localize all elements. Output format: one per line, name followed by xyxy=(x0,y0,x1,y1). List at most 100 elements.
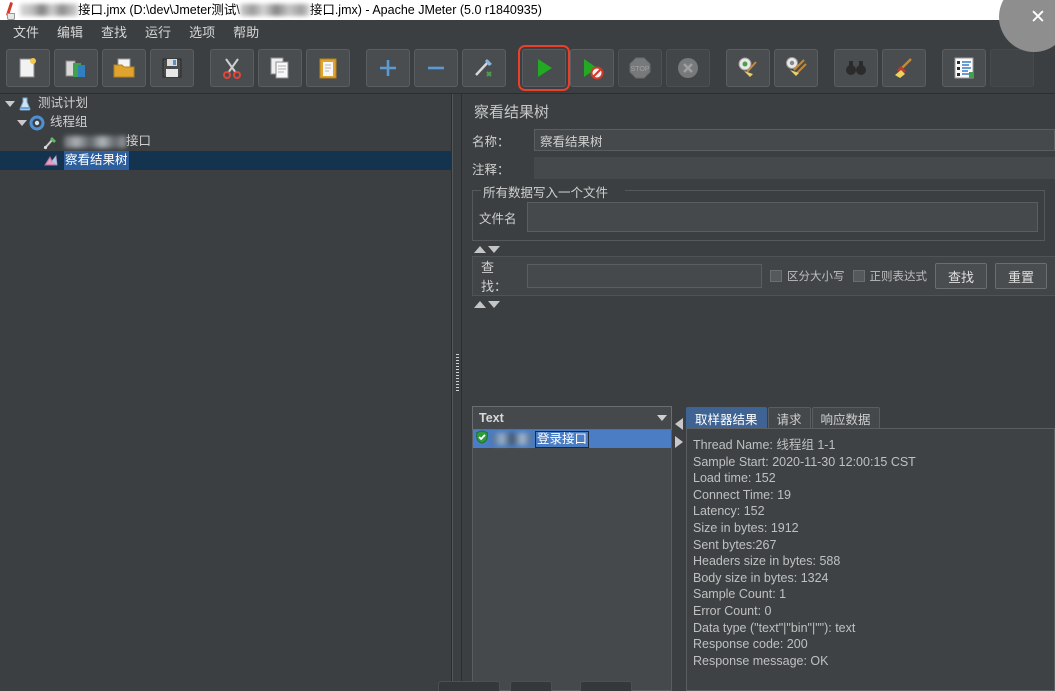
search-button[interactable] xyxy=(834,48,878,87)
tree-node-thread-group[interactable]: 线程组 xyxy=(0,113,451,132)
jmeter-icon xyxy=(2,1,20,20)
menu-options[interactable]: 选项 xyxy=(180,20,224,43)
tab-response-data[interactable]: 响应数据 xyxy=(811,407,880,428)
result-line: Sample Start: 2020-11-30 12:00:15 CST xyxy=(693,454,916,469)
binoculars-icon xyxy=(846,60,866,75)
templates-button[interactable] xyxy=(54,48,98,87)
result-line: Body size in bytes: 1324 xyxy=(693,570,829,585)
function-helper-button[interactable] xyxy=(942,48,986,87)
test-plan-tree[interactable]: 测试计划 线程组 接口 察看结果树 xyxy=(0,94,452,691)
chevron-down-icon[interactable] xyxy=(657,415,667,421)
test-plan-icon xyxy=(17,96,35,112)
menu-edit[interactable]: 编辑 xyxy=(48,20,92,43)
menu-file[interactable]: 文件 xyxy=(4,20,48,43)
chevron-right-icon[interactable] xyxy=(675,436,683,448)
blurred-title-prefix xyxy=(20,4,78,16)
expand-all-button[interactable] xyxy=(366,48,410,87)
regex-checkbox-wrap[interactable]: 正则表达式 xyxy=(852,268,927,284)
expand-toggle-icon[interactable] xyxy=(4,98,15,109)
comment-input[interactable] xyxy=(534,157,1055,179)
shutdown-x-icon xyxy=(678,57,698,78)
list-item[interactable]: 登录接口 xyxy=(473,430,671,448)
tree-node-thread-group-label: 线程组 xyxy=(50,115,88,129)
chevron-up-icon[interactable] xyxy=(474,245,486,253)
save-disk-icon xyxy=(162,58,182,77)
search-input[interactable] xyxy=(527,264,762,288)
cut-button[interactable] xyxy=(210,48,254,87)
result-line: Error Count: 0 xyxy=(693,603,772,618)
regex-checkbox[interactable] xyxy=(852,270,865,282)
filename-input[interactable] xyxy=(528,203,1037,231)
case-sensitive-checkbox[interactable] xyxy=(770,270,782,282)
tree-node-test-plan[interactable]: 测试计划 xyxy=(0,94,451,113)
result-line: Response message: OK xyxy=(693,653,829,668)
render-selector[interactable]: Text xyxy=(472,406,672,430)
blurred-sampler-prefix xyxy=(64,135,126,148)
collapse-toggle-bottom[interactable] xyxy=(474,299,1055,309)
close-icon[interactable]: ✕ xyxy=(1027,6,1049,28)
filename-input-wrap[interactable] xyxy=(527,202,1038,232)
result-line: Data type ("text"|"bin"|""): text xyxy=(693,620,856,635)
window-title: 接口.jmx (D:\dev\Jmeter测试\ xyxy=(78,3,240,17)
result-line-blank xyxy=(693,669,1054,686)
clear-all-button[interactable] xyxy=(774,48,818,87)
leaf-spacer-icon xyxy=(30,136,41,147)
results-detail-pane: 取样器结果 请求 响应数据 Thread Name: 线程组 1-1 Sampl… xyxy=(686,406,1055,691)
collapse-toggle-top[interactable] xyxy=(474,244,1055,254)
results-splitter[interactable] xyxy=(674,406,686,691)
new-button[interactable] xyxy=(6,48,50,87)
tab-sampler-result[interactable]: 取样器结果 xyxy=(686,407,767,428)
gear-broom-icon xyxy=(738,57,757,77)
search-submit-button[interactable]: 查找 xyxy=(935,263,987,289)
result-line: Connect Time: 19 xyxy=(693,487,791,502)
chevron-down-icon[interactable] xyxy=(488,245,500,253)
chevron-left-icon[interactable] xyxy=(675,418,683,430)
comment-field-row: 注释： xyxy=(472,156,1055,180)
tree-node-http-sampler[interactable]: 接口 xyxy=(0,132,451,151)
menu-help[interactable]: 帮助 xyxy=(224,20,268,43)
green-play-icon xyxy=(538,58,552,77)
gear-broom-all-icon xyxy=(786,56,807,76)
search-reset-button[interactable]: 重置 xyxy=(995,263,1047,289)
start-no-pauses-button[interactable] xyxy=(570,48,614,87)
chevron-down-icon[interactable] xyxy=(488,300,500,308)
reset-search-button[interactable] xyxy=(882,48,926,87)
copy-button[interactable] xyxy=(258,48,302,87)
tree-node-view-results-tree[interactable]: 察看结果树 xyxy=(0,151,451,170)
toggle-button[interactable] xyxy=(462,48,506,87)
toolbar-overflow-button[interactable] xyxy=(990,48,1034,87)
main-splitter[interactable] xyxy=(452,94,462,691)
svg-text:STOP: STOP xyxy=(631,66,650,73)
tab-request[interactable]: 请求 xyxy=(767,407,811,428)
result-line: Sent bytes:267 xyxy=(693,537,777,552)
result-line: Sample Count: 1 xyxy=(693,587,787,602)
menu-run[interactable]: 运行 xyxy=(136,20,180,43)
menubar: 文件 编辑 查找 运行 选项 帮助 xyxy=(0,20,1055,42)
save-button[interactable] xyxy=(150,48,194,87)
search-label: 查找： xyxy=(481,260,508,294)
shutdown-button[interactable] xyxy=(666,48,710,87)
window-title-suffix: 接口.jmx) - Apache JMeter (5.0 r1840935) xyxy=(309,3,542,17)
tree-node-test-plan-label: 测试计划 xyxy=(38,96,89,110)
tree-node-view-results-tree-label: 察看结果树 xyxy=(64,151,129,170)
start-button[interactable] xyxy=(518,44,570,91)
open-button[interactable] xyxy=(102,48,146,87)
collapse-all-button[interactable] xyxy=(414,48,458,87)
play-no-pause-icon xyxy=(584,58,604,79)
success-shield-icon xyxy=(475,430,489,449)
expand-toggle-icon[interactable] xyxy=(16,117,27,128)
http-request-icon xyxy=(43,134,61,150)
name-input[interactable] xyxy=(534,129,1055,151)
chevron-up-icon[interactable] xyxy=(474,300,486,308)
write-all-data-legend: 所有数据写入一个文件 xyxy=(481,182,611,201)
menu-search[interactable]: 查找 xyxy=(92,20,136,43)
paste-button[interactable] xyxy=(306,48,350,87)
clear-button[interactable] xyxy=(726,48,770,87)
case-sensitive-checkbox-wrap[interactable]: 区分大小写 xyxy=(770,268,845,284)
result-line: Load time: 152 xyxy=(693,471,776,486)
search-bar: 查找： 区分大小写 正则表达式 查找 重置 xyxy=(472,256,1055,296)
results-list[interactable]: 登录接口 xyxy=(472,430,672,691)
sampler-result-text[interactable]: Thread Name: 线程组 1-1 Sample Start: 2020-… xyxy=(686,428,1055,691)
stop-button[interactable]: STOP xyxy=(618,48,662,87)
view-results-tree-panel: 察看结果树 名称： 注释： 所有数据写入一个文件 文件名 查找： xyxy=(462,94,1055,691)
